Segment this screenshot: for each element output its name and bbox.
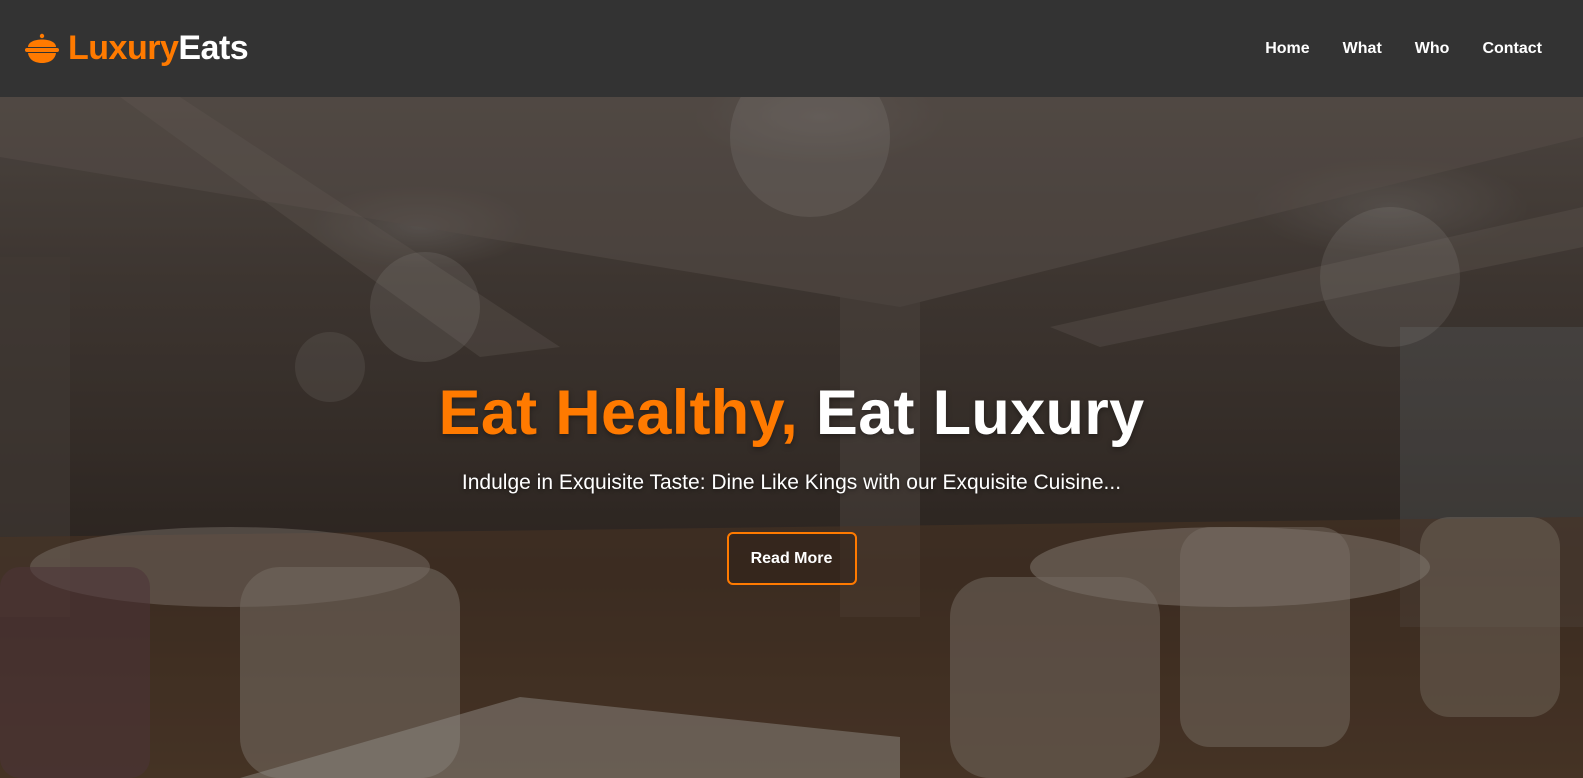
read-more-button[interactable]: Read More (726, 532, 857, 585)
nav-link-what[interactable]: What (1343, 40, 1382, 58)
navbar: LuxuryEats Home What Who Contact (0, 0, 1583, 97)
nav-menu: Home What Who Contact (1265, 40, 1542, 58)
nav-link-contact[interactable]: Contact (1482, 40, 1542, 58)
brand-name-part2: Eats (178, 29, 249, 67)
hero-content: Eat Healthy, Eat Luxury Indulge in Exqui… (0, 97, 1583, 778)
hero-title-accent: Eat Healthy, (438, 378, 799, 448)
hero-title-rest: Eat Luxury (815, 378, 1145, 448)
brand-name-part1: Luxury (68, 29, 179, 67)
nav-link-who[interactable]: Who (1415, 40, 1450, 58)
brand-logo[interactable]: LuxuryEats (24, 29, 249, 68)
nav-link-home[interactable]: Home (1265, 40, 1309, 58)
food-bowl-icon (25, 33, 59, 63)
hero-section: Eat Healthy, Eat Luxury Indulge in Exqui… (0, 97, 1583, 778)
hero-title: Eat Healthy, Eat Luxury (439, 377, 1145, 449)
hero-subtitle: Indulge in Exquisite Taste: Dine Like Ki… (461, 471, 1122, 494)
